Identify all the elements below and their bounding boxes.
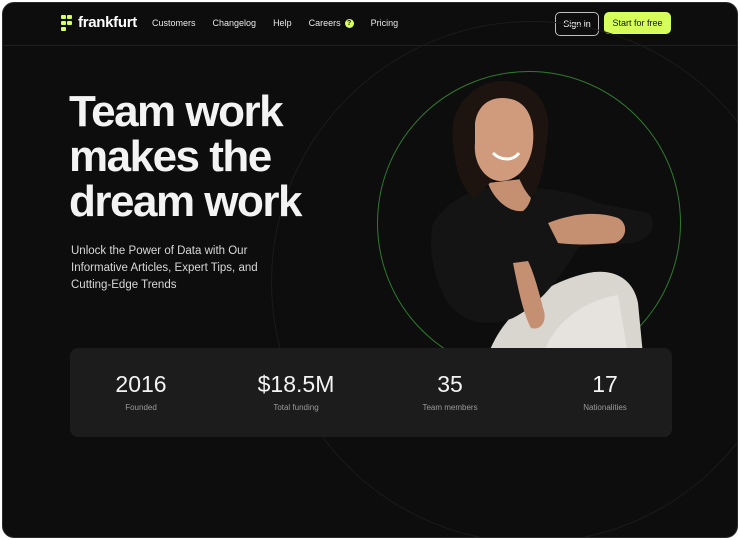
hero-portrait xyxy=(431,81,653,353)
stat-value: 17 xyxy=(592,371,618,397)
stat-total-funding: $18.5M Total funding xyxy=(226,370,366,412)
headline-line-3: dream work xyxy=(69,177,302,226)
careers-badge-icon: ? xyxy=(344,18,354,28)
headline-line-2: makes the xyxy=(69,132,272,181)
hero-subtitle: Unlock the Power of Data with Our Inform… xyxy=(71,245,258,291)
stat-label: Founded xyxy=(125,403,157,412)
stats-panel: 2016 Founded $18.5M Total funding 35 Tea… xyxy=(70,348,672,437)
brand-logo[interactable]: frankfurt xyxy=(61,14,137,31)
brand-name: frankfurt xyxy=(78,14,137,31)
nav-item-changelog[interactable]: Changelog xyxy=(213,18,257,28)
stat-value: 35 xyxy=(437,371,463,397)
hero-headline: Team work makes the dream work xyxy=(69,89,369,224)
headline-line-1: Team work xyxy=(69,87,284,136)
logo-icon xyxy=(61,14,73,31)
stat-team-members: 35 Team members xyxy=(380,370,520,412)
nav-item-pricing[interactable]: Pricing xyxy=(371,18,399,28)
page-frame: frankfurt Customers Changelog Help Caree… xyxy=(2,2,738,538)
start-for-free-button[interactable]: Start for free xyxy=(604,12,671,34)
main-menu: Customers Changelog Help Careers ? Prici… xyxy=(152,18,398,28)
stat-label: Team members xyxy=(422,403,478,412)
nav-item-careers[interactable]: Careers ? xyxy=(309,18,354,28)
stat-label: Nationalities xyxy=(583,403,627,412)
stat-value: $18.5M xyxy=(257,371,335,397)
stat-label: Total funding xyxy=(273,403,319,412)
stat-value: 2016 xyxy=(115,371,167,397)
stat-founded: 2016 Founded xyxy=(71,370,211,412)
nav-item-customers[interactable]: Customers xyxy=(152,18,196,28)
nav-item-help[interactable]: Help xyxy=(273,18,292,28)
stat-nationalities: 17 Nationalities xyxy=(535,370,675,412)
